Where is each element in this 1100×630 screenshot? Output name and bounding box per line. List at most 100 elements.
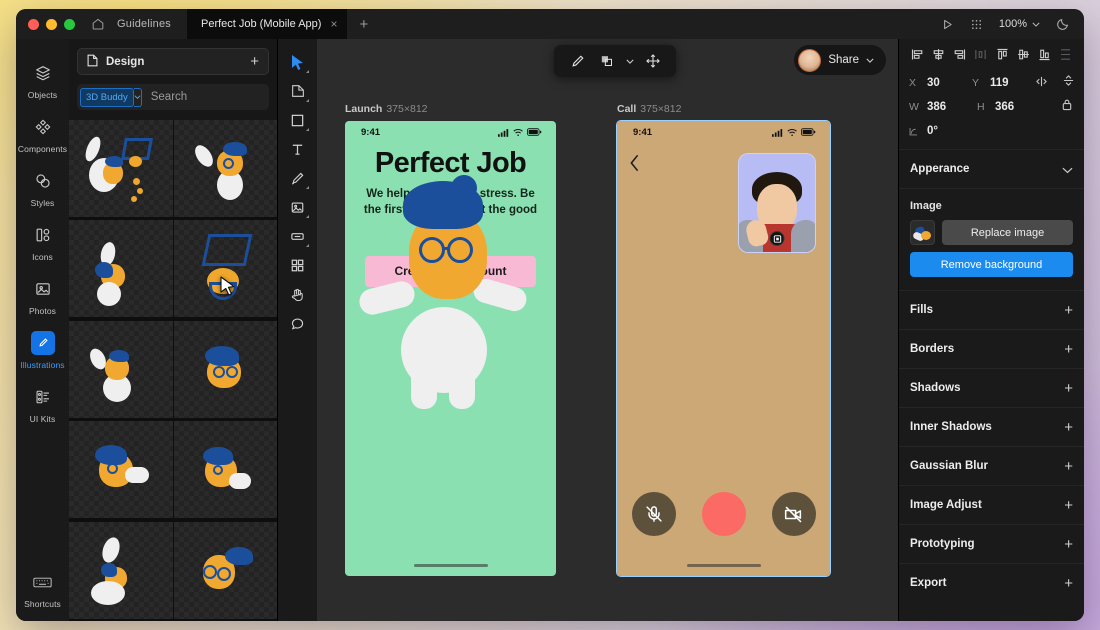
add-blur-button[interactable]: + [1064,459,1073,474]
y-field[interactable]: Y 119 [972,77,1035,89]
grid-icon[interactable] [970,18,983,31]
illustration-thumb[interactable] [69,321,173,418]
artboard-launch[interactable]: 9:41 [345,121,556,576]
sidebar-item-components[interactable]: Components [16,107,69,161]
close-tab-icon[interactable]: × [330,18,337,30]
align-right-icon[interactable] [951,44,969,64]
x-field[interactable]: X 30 [909,77,972,89]
align-bottom-icon[interactable] [1036,44,1054,64]
boolean-union-icon[interactable] [594,49,620,73]
camera-off-button[interactable] [772,492,816,536]
share-button[interactable]: Share [794,45,886,75]
end-call-button[interactable] [702,492,746,536]
appearance-chevron-down-icon[interactable] [1062,162,1073,177]
select-tool[interactable] [284,48,312,76]
comment-tool[interactable] [284,309,312,337]
illustration-thumb[interactable] [174,120,278,217]
section-inner-shadows[interactable]: Inner Shadows + [899,407,1084,446]
appearance-section-header[interactable]: Apperance [899,149,1084,188]
align-left-icon[interactable] [908,44,926,64]
filter-chip-3d-buddy[interactable]: 3D Buddy [80,88,134,107]
artboard-label-call[interactable]: Call375×812 [617,103,681,115]
maximize-window-button[interactable] [64,19,75,30]
close-window-button[interactable] [28,19,39,30]
sidebar-item-ui-kits[interactable]: UI Kits [16,377,69,431]
width-field[interactable]: W 386 [909,101,977,113]
sidebar-item-illustrations[interactable]: Illustrations [16,323,69,377]
illustration-thumb[interactable] [174,321,278,418]
rotation-field[interactable]: 0° [909,125,977,137]
status-bar: 9:41 [617,121,830,143]
sidebar-item-icons[interactable]: Icons [16,215,69,269]
lock-aspect-ratio[interactable] [1061,98,1074,116]
add-design-button[interactable]: + [250,53,259,70]
component-tool[interactable] [284,251,312,279]
flip-vertical-icon[interactable] [1063,74,1074,92]
sidebar-item-photos[interactable]: Photos [16,269,69,323]
image-thumbnail[interactable] [910,220,935,245]
illustration-thumb[interactable] [174,522,278,619]
section-gaussian-blur[interactable]: Gaussian Blur + [899,446,1084,485]
artboard-label-launch[interactable]: Launch375×812 [345,103,428,115]
sidebar-item-styles[interactable]: Styles [16,161,69,215]
move-icon[interactable] [640,49,666,73]
lock-icon[interactable] [1061,98,1073,116]
add-prototyping-button[interactable]: + [1064,537,1073,552]
add-fill-button[interactable]: + [1064,303,1073,318]
section-shadows[interactable]: Shadows + [899,368,1084,407]
align-center-h-icon[interactable] [929,44,947,64]
remove-background-button[interactable]: Remove background [910,252,1073,277]
document-tab[interactable]: Perfect Job (Mobile App) × [187,9,347,39]
add-image-adjust-button[interactable]: + [1064,498,1073,513]
button-tool[interactable] [284,222,312,250]
illustration-thumb[interactable] [69,522,173,619]
distribute-v-icon[interactable] [1057,44,1075,64]
section-borders[interactable]: Borders + [899,329,1084,368]
artboard-tool[interactable] [284,77,312,105]
boolean-chevron-down-icon[interactable] [624,49,636,73]
align-center-v-icon[interactable] [1014,44,1032,64]
back-chevron-left-icon[interactable] [629,154,640,177]
window-controls[interactable] [28,19,75,30]
design-dropdown[interactable]: Design + [77,48,269,75]
home-icon[interactable] [91,17,105,31]
filter-chip-chevron-down-icon[interactable] [134,88,142,107]
minimize-window-button[interactable] [46,19,57,30]
moon-icon[interactable] [1056,17,1070,31]
image-tool[interactable] [284,193,312,221]
zoom-control[interactable]: 100% [999,18,1040,30]
selection-badge-icon[interactable] [770,231,785,246]
add-shadow-button[interactable]: + [1064,381,1073,396]
add-export-button[interactable]: + [1064,576,1073,591]
section-image-adjust[interactable]: Image Adjust + [899,485,1084,524]
guidelines-link[interactable]: Guidelines [117,18,171,30]
new-tab-button[interactable]: + [359,17,368,32]
section-fills[interactable]: Fills + [899,290,1084,329]
pencil-icon[interactable] [564,49,590,73]
sidebar-item-objects[interactable]: Objects [16,53,69,107]
text-tool[interactable] [284,135,312,163]
hand-tool[interactable] [284,280,312,308]
mute-button[interactable] [632,492,676,536]
artboard-call[interactable]: 9:41 [617,121,830,576]
section-prototyping[interactable]: Prototyping + [899,524,1084,563]
sidebar-item-shortcuts[interactable]: Shortcuts [16,562,69,621]
align-top-icon[interactable] [993,44,1011,64]
illustration-thumb[interactable] [69,220,173,317]
distribute-h-icon[interactable] [972,44,990,64]
play-icon[interactable] [941,18,954,31]
rectangle-tool[interactable] [284,106,312,134]
height-field[interactable]: H 366 [977,101,1045,113]
section-export[interactable]: Export + [899,563,1084,602]
illustration-thumb[interactable] [174,220,278,317]
canvas-area[interactable]: Share Launch375×812 9:41 [317,39,898,621]
illustration-thumb[interactable] [69,421,173,518]
pen-tool[interactable] [284,164,312,192]
illustration-thumb[interactable] [69,120,173,217]
add-border-button[interactable]: + [1064,342,1073,357]
contact-photo[interactable] [738,153,816,253]
replace-image-button[interactable]: Replace image [942,220,1073,245]
add-inner-shadow-button[interactable]: + [1064,420,1073,435]
illustration-thumb[interactable] [174,421,278,518]
flip-horizontal-icon[interactable] [1035,74,1048,92]
